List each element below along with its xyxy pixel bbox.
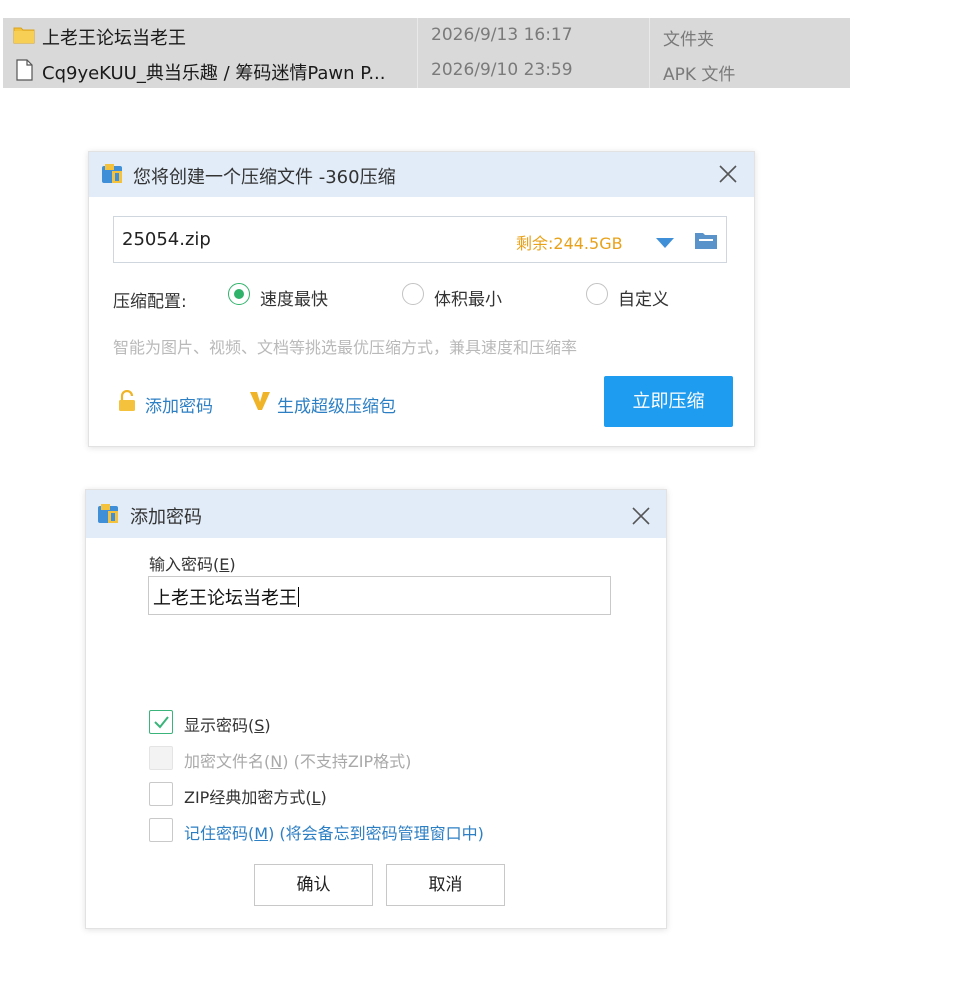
archive-app-icon bbox=[97, 503, 121, 525]
password-label: 输入密码(E) bbox=[149, 555, 236, 574]
checkbox-box[interactable] bbox=[149, 710, 173, 734]
free-space-text: 剩余:244.5GB bbox=[516, 234, 623, 253]
archive-app-icon bbox=[101, 163, 125, 185]
radio-circle[interactable] bbox=[228, 283, 250, 305]
compress-now-button[interactable]: 立即压缩 bbox=[604, 376, 733, 427]
file-list: 上老王论坛当老王 2026/9/13 16:17 文件夹 Cq9yeKUU_典当… bbox=[3, 18, 850, 88]
file-name: Cq9yeKUU_典当乐趣 / 筹码迷情Pawn P... bbox=[42, 63, 386, 84]
lock-icon[interactable] bbox=[116, 389, 138, 412]
archive-name-value[interactable]: 25054.zip bbox=[122, 229, 211, 250]
add-password-dialog: 添加密码 输入密码(E) 上老王论坛当老王 显示密码(S) 加密文件名(N) (… bbox=[85, 489, 667, 929]
config-label: 压缩配置: bbox=[113, 292, 187, 312]
compress-dialog: 您将创建一个压缩文件 -360压缩 25054.zip 剩余:244.5GB 压… bbox=[88, 151, 755, 447]
file-type: 文件夹 bbox=[663, 30, 714, 50]
radio-label: 自定义 bbox=[618, 290, 669, 310]
file-date: 2026/9/10 23:59 bbox=[431, 60, 573, 80]
password-value[interactable]: 上老王论坛当老王 bbox=[153, 584, 299, 610]
file-row-apk[interactable]: Cq9yeKUU_典当乐趣 / 筹码迷情Pawn P... 2026/9/10 … bbox=[3, 53, 850, 87]
checkbox-label: 记住密码(M) (将会备忘到密码管理窗口中) bbox=[184, 824, 484, 843]
radio-circle[interactable] bbox=[586, 283, 608, 305]
password-input[interactable]: 上老王论坛当老王 bbox=[148, 576, 611, 615]
folder-icon bbox=[13, 24, 35, 46]
smart-hint-text: 智能为图片、视频、文档等挑选最优压缩方式，兼具速度和压缩率 bbox=[113, 338, 578, 357]
title-bar[interactable]: 您将创建一个压缩文件 -360压缩 bbox=[89, 152, 754, 197]
file-name: 上老王论坛当老王 bbox=[42, 28, 186, 49]
chevron-down-icon[interactable] bbox=[655, 234, 675, 248]
radio-label: 速度最快 bbox=[260, 290, 328, 310]
archive-name-field[interactable]: 25054.zip 剩余:244.5GB bbox=[113, 216, 727, 263]
dialog-title: 您将创建一个压缩文件 -360压缩 bbox=[133, 167, 396, 188]
checkbox-label: 加密文件名(N) (不支持ZIP格式) bbox=[184, 752, 412, 771]
radio-label: 体积最小 bbox=[434, 290, 502, 310]
radio-circle[interactable] bbox=[402, 283, 424, 305]
super-package-icon[interactable] bbox=[249, 390, 271, 412]
checkbox-box bbox=[149, 746, 173, 770]
file-icon bbox=[13, 59, 35, 81]
cancel-button[interactable]: 取消 bbox=[386, 864, 505, 906]
dialog-title: 添加密码 bbox=[130, 507, 202, 528]
file-type: APK 文件 bbox=[663, 65, 736, 85]
super-package-link[interactable]: 生成超级压缩包 bbox=[277, 392, 396, 417]
checkbox-label: 显示密码(S) bbox=[184, 716, 271, 735]
checkmark-icon bbox=[154, 716, 169, 729]
file-date: 2026/9/13 16:17 bbox=[431, 25, 573, 45]
browse-folder-icon[interactable] bbox=[694, 230, 718, 250]
close-icon[interactable] bbox=[717, 163, 739, 185]
checkbox-box[interactable] bbox=[149, 818, 173, 842]
checkbox-label: ZIP经典加密方式(L) bbox=[184, 788, 327, 807]
text-caret bbox=[298, 587, 299, 607]
confirm-button[interactable]: 确认 bbox=[254, 864, 373, 906]
title-bar[interactable]: 添加密码 bbox=[86, 490, 666, 538]
add-password-link[interactable]: 添加密码 bbox=[145, 392, 213, 417]
checkbox-box[interactable] bbox=[149, 782, 173, 806]
close-icon[interactable] bbox=[630, 505, 652, 527]
file-row-folder[interactable]: 上老王论坛当老王 2026/9/13 16:17 文件夹 bbox=[3, 18, 850, 52]
